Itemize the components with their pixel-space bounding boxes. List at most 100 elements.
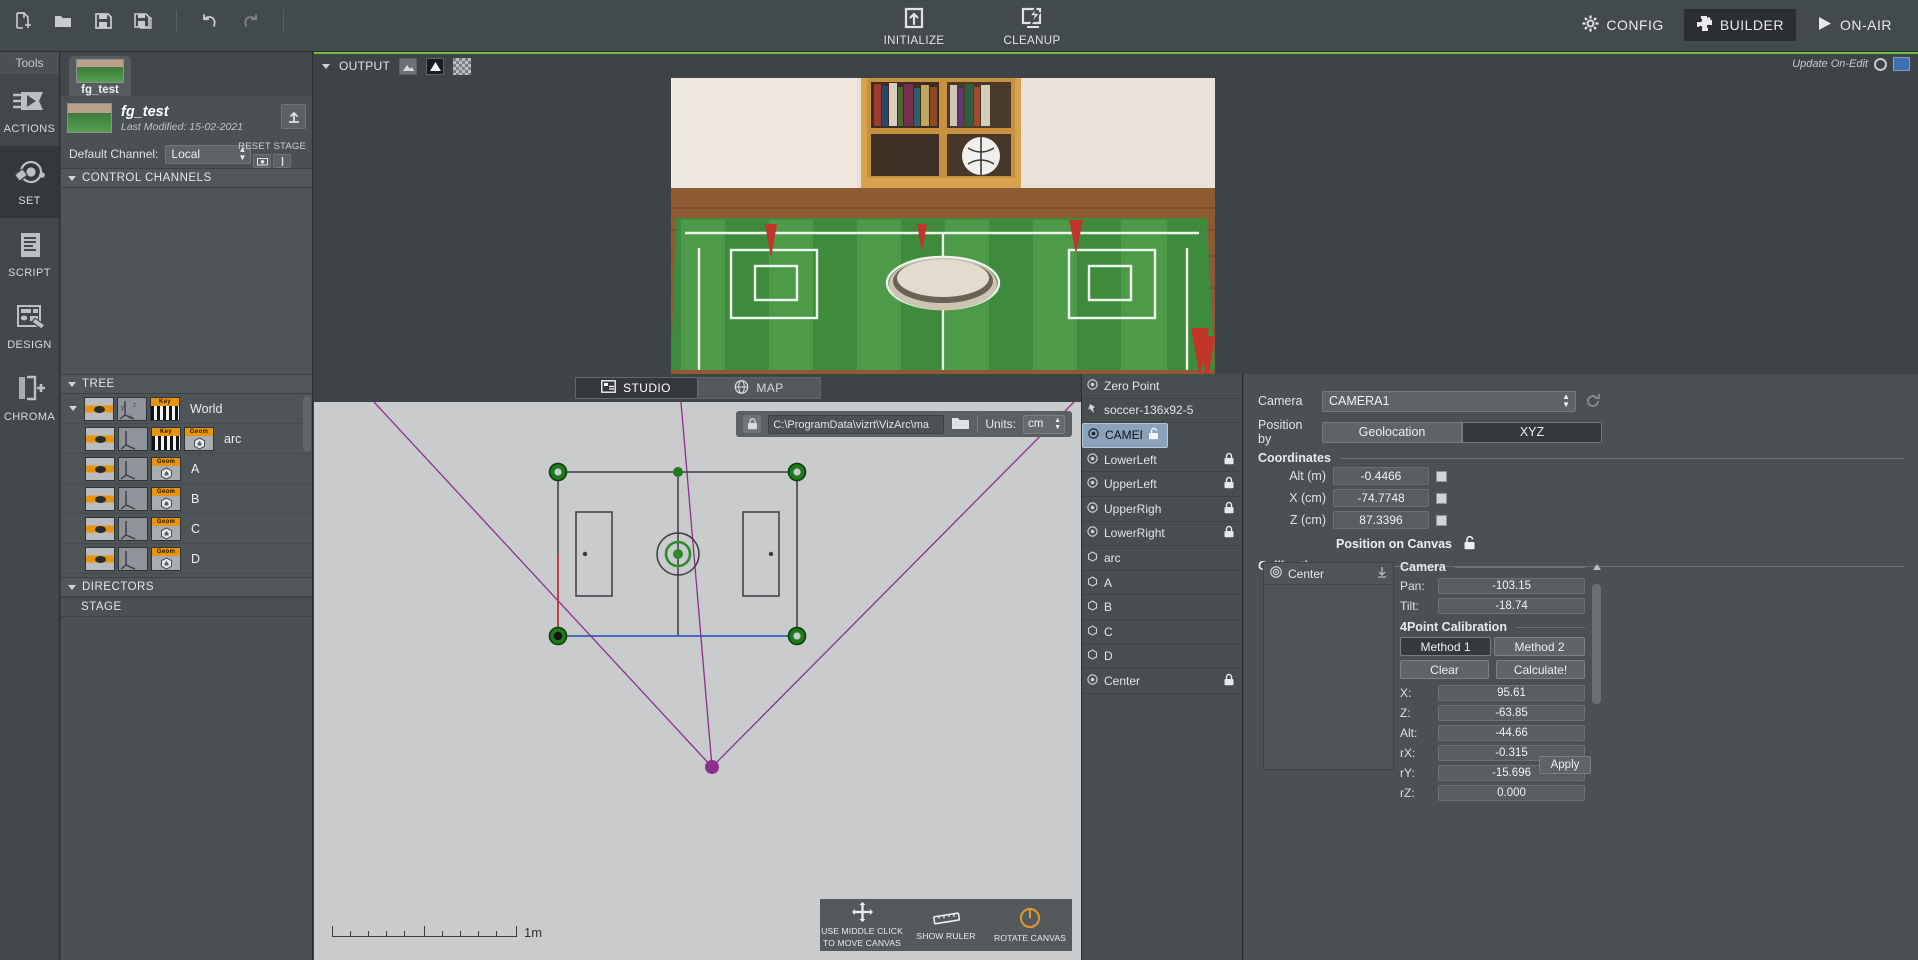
object-row-d[interactable]: D (1082, 645, 1242, 670)
units-select[interactable]: cm ▲▼ (1023, 415, 1065, 434)
control-channels-header[interactable]: CONTROL CHANNELS (61, 168, 312, 188)
project-path-field[interactable]: C:\ProgramData\vizrt\VizArc\ma (768, 415, 944, 434)
object-row-a[interactable]: A (1082, 571, 1242, 596)
split-view-icon[interactable] (1893, 57, 1910, 71)
checker-view-icon[interactable] (453, 58, 471, 75)
apply-button[interactable]: Apply (1539, 756, 1591, 774)
method-2-button[interactable]: Method 2 (1494, 637, 1585, 656)
tree-scrollbar[interactable] (303, 396, 311, 452)
image-view-icon[interactable] (399, 58, 417, 75)
rail-item-actions[interactable]: ACTIONS (0, 74, 59, 146)
config-button[interactable]: CONFIG (1570, 9, 1675, 41)
object-row-camera1[interactable]: CAMERA1 (1082, 423, 1168, 448)
result-rz-field[interactable]: 0.000 (1438, 785, 1585, 801)
rail-item-script[interactable]: SCRIPT (0, 218, 59, 290)
z-field[interactable]: 87.3396 (1333, 511, 1429, 529)
move-canvas-hint[interactable]: USE MIDDLE CLICK TO MOVE CANVAS (820, 899, 904, 951)
directors-header[interactable]: DIRECTORS (61, 577, 312, 597)
x-checkbox[interactable] (1436, 493, 1447, 504)
transform-axis-icon[interactable] (118, 457, 148, 481)
pan-field[interactable]: -103.15 (1438, 578, 1585, 594)
on-air-button[interactable]: ON-AIR (1804, 9, 1904, 41)
tree-row[interactable]: Geom D (61, 544, 312, 574)
unlocked-icon[interactable] (1148, 427, 1160, 443)
calibration-scrollbar[interactable] (1592, 564, 1601, 764)
undo-icon[interactable] (197, 8, 223, 34)
toggle-off-icon[interactable] (1874, 58, 1887, 71)
initialize-button[interactable]: INITIALIZE (872, 0, 956, 52)
object-row-c[interactable]: C (1082, 620, 1242, 645)
scroll-thumb[interactable] (1592, 584, 1601, 704)
new-file-icon[interactable] (10, 8, 36, 34)
result-z-field[interactable]: -63.85 (1438, 705, 1585, 721)
rail-item-chroma[interactable]: CHROMA (0, 362, 59, 434)
folder-icon[interactable] (951, 415, 970, 434)
cleanup-button[interactable]: CLEANUP (990, 0, 1074, 52)
rail-item-design[interactable]: DESIGN (0, 290, 59, 362)
alt-field[interactable]: -0.4466 (1333, 467, 1429, 485)
calibration-point-center[interactable]: Center (1264, 563, 1393, 585)
calculate-button[interactable]: Calculate! (1496, 660, 1585, 679)
transform-axis-icon[interactable] (118, 577, 148, 578)
x-field[interactable]: -74.7748 (1333, 489, 1429, 507)
save-as-icon[interactable] (130, 8, 156, 34)
position-by-geolocation[interactable]: Geolocation (1322, 422, 1462, 443)
object-row-arc[interactable]: arc (1082, 546, 1242, 571)
visibility-icon[interactable] (85, 547, 115, 571)
transform-axis-icon[interactable] (118, 487, 148, 511)
result-x-field[interactable]: 95.61 (1438, 685, 1585, 701)
object-row-lowerleft[interactable]: LowerLeft (1082, 448, 1242, 473)
refresh-icon[interactable] (1584, 392, 1602, 410)
scroll-up-arrow-icon[interactable] (1593, 564, 1601, 570)
camera-output-video[interactable] (671, 78, 1215, 376)
object-row-upperright[interactable]: UpperRigh (1082, 497, 1242, 522)
tree-header[interactable]: TREE (61, 374, 312, 394)
reset-stage-camera-button[interactable] (253, 154, 271, 168)
transform-axis-icon[interactable] (118, 427, 148, 451)
clear-button[interactable]: Clear (1400, 660, 1489, 679)
alpha-view-icon[interactable] (426, 58, 444, 75)
camera-select[interactable]: CAMERA1 ▲▼ (1322, 391, 1576, 412)
document-tab-fg-test[interactable]: fg_test (69, 56, 131, 100)
position-by-xyz[interactable]: XYZ (1462, 422, 1602, 443)
transform-axis-icon[interactable] (118, 517, 148, 541)
key-icon[interactable]: Key (150, 397, 180, 421)
object-row-soccer[interactable]: soccer-136x92-5 (1082, 399, 1242, 424)
method-1-button[interactable]: Method 1 (1400, 637, 1491, 656)
lock-icon[interactable] (743, 415, 761, 433)
tab-map[interactable]: MAP (698, 377, 821, 399)
object-row-b[interactable]: B (1082, 595, 1242, 620)
scene-preview-icon[interactable] (184, 577, 214, 578)
tree-row[interactable]: Geom A (61, 454, 312, 484)
studio-canvas[interactable]: C:\ProgramData\vizrt\VizArc\ma Units: cm… (314, 402, 1081, 960)
chevron-down-icon[interactable] (322, 64, 330, 69)
locked-icon[interactable] (1223, 673, 1235, 689)
visibility-icon[interactable] (85, 457, 115, 481)
tab-studio[interactable]: STUDIO (575, 377, 698, 399)
stage-row[interactable]: STAGE (61, 597, 312, 617)
tree-row[interactable]: Key Geom arc (61, 424, 312, 454)
object-row-lowerright[interactable]: LowerRight (1082, 522, 1242, 547)
object-row-center[interactable]: Center (1082, 669, 1242, 694)
redo-icon[interactable] (237, 8, 263, 34)
export-scene-button[interactable] (281, 104, 306, 129)
object-row-upperleft[interactable]: UpperLeft (1082, 472, 1242, 497)
tree-row[interactable]: Geom C (61, 514, 312, 544)
locked-icon[interactable] (1223, 452, 1235, 468)
show-ruler-button[interactable]: SHOW RULER (904, 899, 988, 951)
tree-row[interactable]: yzx Key World (61, 394, 312, 424)
pin-down-icon[interactable] (1377, 567, 1387, 581)
unlocked-icon[interactable] (1463, 535, 1477, 553)
open-folder-icon[interactable] (50, 8, 76, 34)
save-icon[interactable] (90, 8, 116, 34)
locked-icon[interactable] (1223, 476, 1235, 492)
key-icon[interactable]: Key (151, 427, 181, 451)
geometry-icon[interactable]: Geom (151, 577, 181, 578)
geometry-icon[interactable]: Geom (151, 517, 181, 541)
tree-row[interactable]: Geom B (61, 484, 312, 514)
tree-row[interactable]: Geom (61, 574, 312, 577)
visibility-icon[interactable] (85, 577, 115, 578)
alt-checkbox[interactable] (1436, 471, 1447, 482)
geometry-icon[interactable]: Geom (151, 457, 181, 481)
object-row-zero-point[interactable]: Zero Point (1082, 374, 1242, 399)
